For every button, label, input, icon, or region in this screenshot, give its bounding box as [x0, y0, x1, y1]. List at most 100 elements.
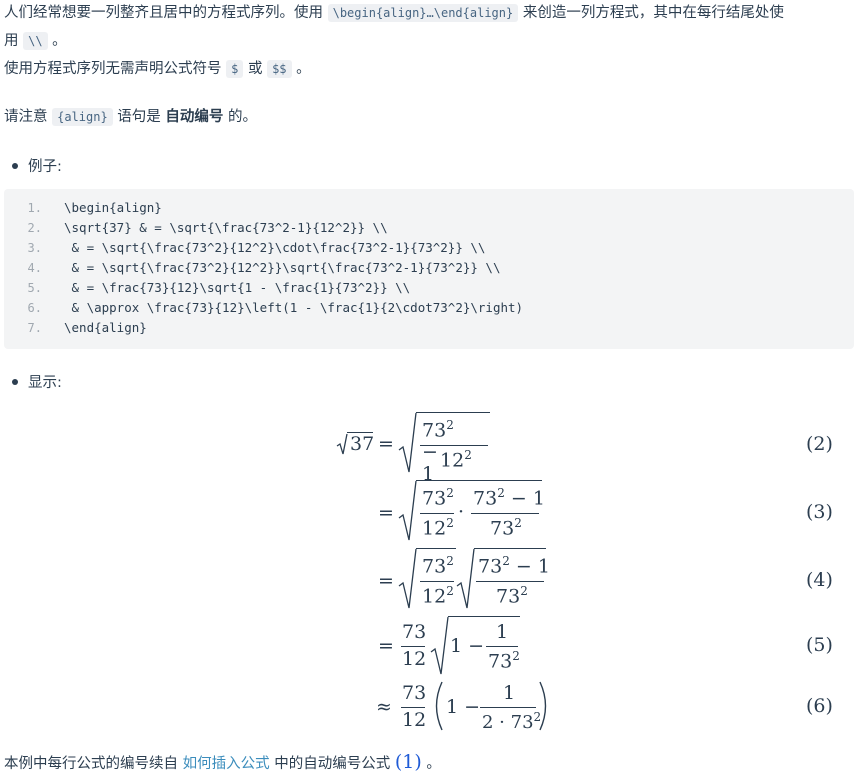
- line-number: 7.: [27, 321, 42, 335]
- right-paren: [539, 681, 547, 731]
- fraction-bar: [420, 445, 488, 446]
- line-number: 6.: [27, 301, 42, 315]
- math-number: 732: [422, 554, 454, 577]
- sqrt-sign: [398, 412, 417, 473]
- sqrt-sign: [456, 548, 475, 609]
- line-number: 2.: [27, 221, 42, 235]
- note-text: 请注意: [4, 109, 48, 125]
- n: 12: [422, 517, 447, 540]
- intro-line-2: 用 \\ 。: [4, 30, 67, 52]
- fraction-bar: [476, 581, 544, 582]
- exponent: 2: [446, 516, 454, 530]
- n: 73: [422, 555, 447, 578]
- code-line: & = \sqrt{\frac{73^2}{12^2}}\sqrt{\frac{…: [64, 260, 501, 275]
- math-number: 732: [490, 516, 522, 539]
- n: 73: [422, 419, 447, 442]
- math-equals: =: [378, 502, 394, 524]
- math-number: 12: [402, 648, 427, 670]
- equation-tag: (5): [806, 634, 833, 656]
- n: 73: [490, 517, 515, 540]
- math-number: 2 · 732: [482, 710, 541, 733]
- fraction-bar: [486, 646, 518, 647]
- n: 73: [473, 487, 498, 510]
- footer-text: 本例中每行公式的编号续自: [4, 756, 178, 772]
- math-number: 37: [350, 433, 375, 455]
- intro-text: 来创造一列方程式，其中在每行结尾处使: [522, 5, 784, 21]
- left-paren: [435, 681, 443, 731]
- math-number: 1: [503, 682, 516, 704]
- intro-text: 或: [247, 61, 263, 77]
- n: 2 ·: [482, 712, 505, 733]
- example-label: 例子:: [28, 159, 62, 175]
- exponent: 2: [446, 554, 454, 568]
- note-text: 的。: [228, 109, 258, 125]
- n: − 1: [510, 487, 545, 510]
- sqrt-sign: [430, 616, 449, 675]
- inline-code: $$: [267, 60, 292, 78]
- equation-tag: (4): [806, 569, 833, 591]
- equation-tag: (3): [806, 501, 833, 523]
- math-number: 12: [402, 709, 427, 731]
- code-line: \begin{align}: [64, 200, 162, 215]
- n: − 1: [422, 441, 438, 486]
- fraction-bar: [471, 513, 539, 514]
- inline-code: $: [226, 60, 244, 78]
- math-number: 732 − 1: [473, 486, 545, 509]
- note-strong: 自动编号: [165, 109, 224, 125]
- n: 12: [440, 449, 465, 472]
- n: 73: [422, 487, 447, 510]
- math-number: 122: [422, 584, 454, 607]
- equation-tag: (2): [806, 433, 833, 455]
- line-number-gutter: 1. 2. 3. 4. 5. 6. 7.: [4, 189, 50, 349]
- math-number: 732: [422, 486, 454, 509]
- line-number: 3.: [27, 241, 42, 255]
- code-line: & = \frac{73}{12}\sqrt{1 - \frac{1}{73^2…: [64, 280, 411, 295]
- sqrt-bar: [448, 616, 520, 617]
- code-line: & \approx \frac{73}{12}\left(1 - \frac{1…: [64, 300, 524, 315]
- footer-text: 中的自动编号公式: [274, 756, 391, 772]
- exponent: 2: [446, 418, 454, 432]
- howto-insert-formula-link[interactable]: 如何插入公式: [183, 756, 270, 772]
- n: 73: [496, 585, 521, 608]
- sqrt-bar: [416, 480, 542, 481]
- display-label: 显示:: [28, 375, 62, 391]
- math-number: 732 − 1: [478, 554, 550, 577]
- footer-text: 。: [426, 756, 441, 772]
- line-number: 4.: [27, 261, 42, 275]
- math-number: 732: [488, 649, 520, 672]
- sqrt-bar: [416, 548, 456, 549]
- math-cdot: ·: [458, 501, 465, 523]
- sqrt-bar: [474, 548, 546, 549]
- footer-line: 本例中每行公式的编号续自 如何插入公式 中的自动编号公式 (1) 。: [4, 750, 441, 776]
- math-number: 122: [422, 516, 454, 539]
- intro-line-3: 使用方程式序列无需声明公式符号 $ 或 $$ 。: [4, 58, 311, 80]
- sqrt-sign: [336, 433, 348, 455]
- math-equals: =: [378, 433, 394, 455]
- inline-code: {align}: [52, 108, 113, 126]
- n: − 1: [515, 555, 550, 578]
- fraction-bar: [420, 581, 454, 582]
- n: 12: [422, 585, 447, 608]
- exponent: 2: [497, 486, 505, 500]
- code-line: \sqrt{37} & = \sqrt{\frac{73^2-1}{12^2}}…: [64, 220, 388, 235]
- fraction-bar: [401, 707, 425, 708]
- exponent: 2: [502, 554, 510, 568]
- math-equals: =: [378, 570, 394, 592]
- inline-code: \\: [23, 32, 48, 50]
- math-number: 1 −: [446, 696, 481, 718]
- line-number: 1.: [27, 201, 42, 215]
- math-number: 1 −: [450, 635, 485, 657]
- n: 73: [510, 712, 534, 733]
- bullet-dot: [12, 163, 18, 169]
- inline-code: \begin{align}…\end{align}: [327, 4, 519, 22]
- intro-text: 人们经常想要一列整齐且居中的方程式序列。使用: [4, 5, 323, 21]
- sqrt-sign: [398, 548, 417, 609]
- fraction-bar: [480, 707, 536, 708]
- exponent: 2: [446, 584, 454, 598]
- math-number: 73: [402, 621, 427, 643]
- code-line: & = \sqrt{\frac{73^2}{12^2}\cdot\frac{73…: [64, 240, 486, 255]
- equation-ref-link[interactable]: (1): [395, 751, 422, 773]
- math-equals: =: [378, 635, 394, 657]
- n: 73: [488, 650, 513, 673]
- exponent: 2: [514, 516, 522, 530]
